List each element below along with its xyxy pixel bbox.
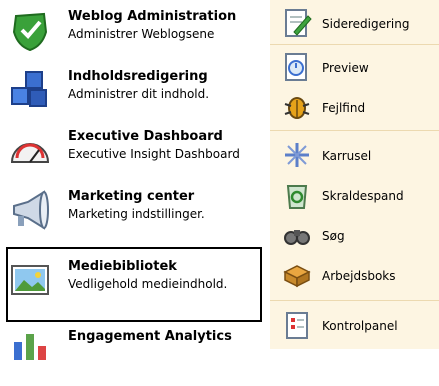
tool-label: Søg: [322, 229, 345, 243]
separator: [270, 44, 439, 45]
app-indholdsredigering[interactable]: Indholdsredigering Administrer dit indho…: [0, 66, 270, 126]
separator: [270, 300, 439, 301]
tool-arbejdsboks[interactable]: Arbejdsboks: [282, 260, 439, 294]
tool-label: Fejlfind: [322, 101, 366, 115]
app-subtitle: Administrer Weblogsene: [68, 27, 215, 41]
recycle-bin-icon: [286, 185, 308, 209]
megaphone-icon: [13, 190, 49, 230]
tool-fejlfind[interactable]: Fejlfind: [282, 92, 439, 126]
separator: [270, 130, 439, 131]
app-subtitle: Executive Insight Dashboard: [68, 147, 240, 161]
tool-skraldespand[interactable]: Skraldespand: [282, 180, 439, 214]
tool-sog[interactable]: Søg: [282, 220, 439, 254]
workbox-icon: [283, 265, 311, 288]
app-mediebibliotek[interactable]: Mediebibliotek Vedligehold medieindhold.: [0, 256, 270, 316]
bar-chart-icon: [14, 334, 46, 360]
tool-sideredigering[interactable]: Sideredigering: [282, 8, 439, 42]
app-executive-dashboard[interactable]: Executive Dashboard Executive Insight Da…: [0, 126, 270, 186]
app-subtitle: Vedligehold medieindhold.: [68, 277, 228, 291]
control-panel-icon: [286, 312, 308, 339]
app-engagement-analytics[interactable]: Engagement Analytics: [0, 326, 270, 386]
app-subtitle: Marketing indstillinger.: [68, 207, 205, 221]
tool-preview[interactable]: Preview: [282, 52, 439, 86]
app-weblog-administration[interactable]: Weblog Administration Administrer Weblog…: [0, 6, 270, 66]
bug-icon: [284, 97, 310, 119]
tool-label: Arbejdsboks: [322, 269, 396, 283]
binoculars-icon: [284, 230, 310, 245]
app-title: Mediebibliotek: [68, 259, 177, 274]
tool-label: Karrusel: [322, 149, 372, 163]
tool-label: Kontrolpanel: [322, 319, 398, 333]
app-title: Marketing center: [68, 189, 195, 204]
page-edit-icon: [285, 9, 312, 37]
app-subtitle: Administrer dit indhold.: [68, 87, 210, 101]
weblog-shield-icon: [12, 12, 48, 52]
landscape-picture-icon: [11, 265, 49, 295]
gauge-icon: [10, 143, 50, 163]
preview-icon: [285, 53, 307, 81]
app-title: Weblog Administration: [68, 9, 237, 24]
tool-karrusel[interactable]: Karrusel: [282, 140, 439, 174]
tool-kontrolpanel[interactable]: Kontrolpanel: [282, 310, 439, 344]
tool-label: Preview: [322, 61, 369, 75]
tool-label: Skraldespand: [322, 189, 404, 203]
app-title: Indholdsredigering: [68, 69, 208, 84]
app-title: Engagement Analytics: [68, 329, 232, 344]
app-marketing-center[interactable]: Marketing center Marketing indstillinger…: [0, 186, 270, 246]
carousel-icon: [285, 143, 309, 167]
tool-label: Sideredigering: [322, 17, 410, 31]
content-blocks-icon: [11, 71, 47, 107]
app-title: Executive Dashboard: [68, 129, 223, 144]
